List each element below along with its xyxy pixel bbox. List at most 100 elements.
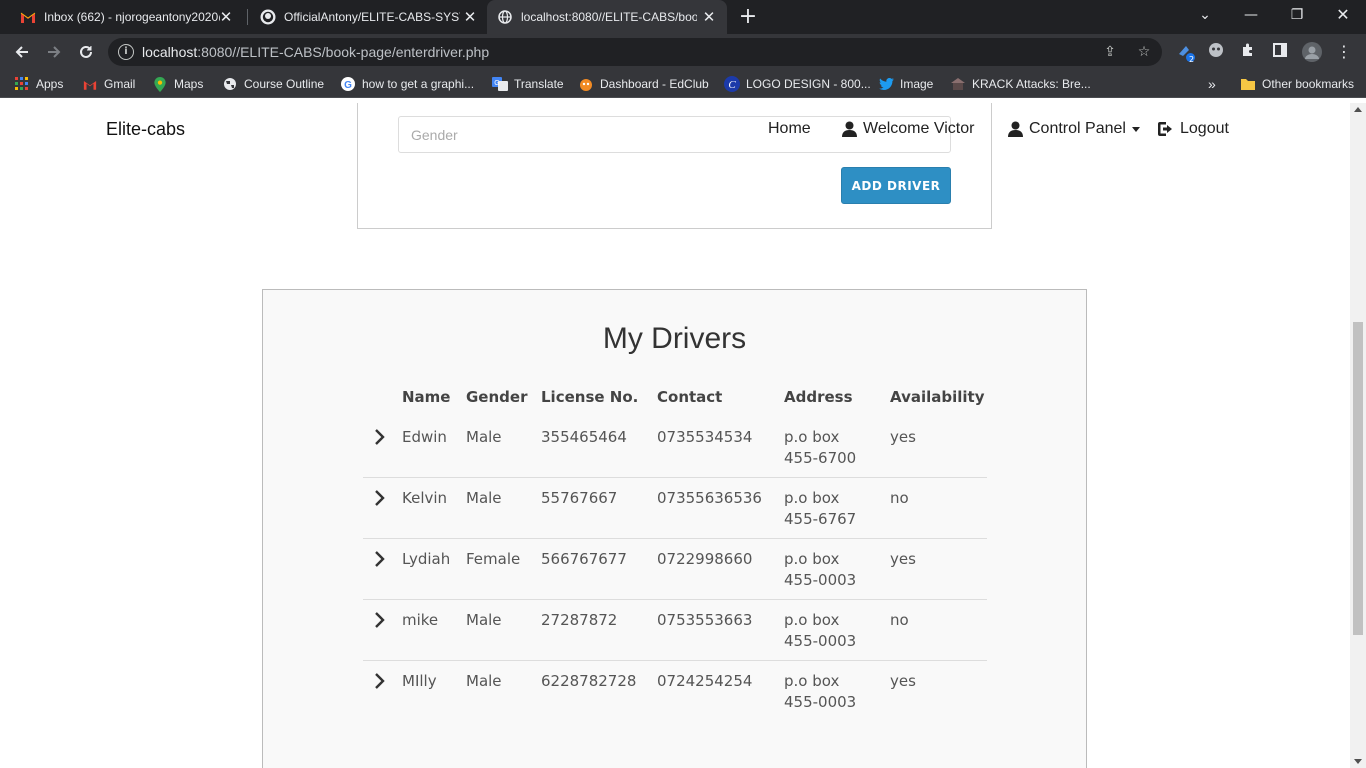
add-driver-button[interactable]: ADD DRIVER (841, 167, 951, 204)
driver-row[interactable]: Edwin Male 355465464 0735534534 p.o box 4… (363, 417, 987, 478)
logout-icon (1157, 121, 1174, 137)
nav-logout-link[interactable]: Logout (1157, 118, 1229, 140)
browser-menu-icon[interactable]: ⋮ (1334, 42, 1354, 62)
side-panel-icon[interactable] (1270, 42, 1290, 62)
bookmarks-bar: Apps Gmail Maps Course Outline G how to … (0, 70, 1366, 98)
column-header-gender: Gender (466, 388, 528, 406)
nav-welcome-link[interactable]: Welcome Victor (842, 118, 974, 140)
tab-github[interactable]: OfficialAntony/ELITE-CABS-SYSTEM ✕ (250, 0, 484, 34)
bookmark-star-icon[interactable]: ☆ (1134, 43, 1154, 61)
share-icon[interactable]: ⇪ (1100, 43, 1120, 61)
close-tab-icon[interactable]: ✕ (701, 8, 717, 26)
bookmark-logo-design[interactable]: C LOGO DESIGN - 800... (724, 75, 871, 93)
driver-gender: Male (466, 428, 502, 446)
canva-icon: C (724, 76, 740, 92)
url-text[interactable]: localhost:8080//ELITE-CABS/book-page/ent… (142, 44, 489, 60)
github-icon (260, 9, 276, 25)
driver-row[interactable]: Kelvin Male 55767667 07355636536 p.o box… (363, 478, 987, 539)
svg-text:G: G (344, 80, 352, 91)
tab-gmail[interactable]: Inbox (662) - njorogeantony2020@ ✕ (10, 0, 238, 34)
bookmark-graphics[interactable]: G how to get a graphi... (340, 75, 474, 93)
bookmark-edclub[interactable]: Dashboard - EdClub (578, 75, 709, 93)
tab-title: OfficialAntony/ELITE-CABS-SYSTEM (284, 10, 460, 24)
globe-icon (222, 76, 238, 92)
ghost-extension-icon[interactable] (1206, 42, 1226, 62)
driver-contact: 0753553663 (657, 611, 753, 629)
nav-home-link[interactable]: Home (768, 118, 811, 140)
close-tab-icon[interactable]: ✕ (462, 8, 478, 26)
bookmark-label: Apps (36, 77, 64, 91)
site-brand[interactable]: Elite-cabs (106, 119, 185, 140)
column-header-contact: Contact (657, 388, 723, 406)
bookmark-translate[interactable]: G Translate (492, 75, 564, 93)
driver-row[interactable]: Lydiah Female 566767677 0722998660 p.o b… (363, 539, 987, 600)
chevron-right-icon[interactable] (373, 610, 387, 630)
address-line-1: p.o box (784, 428, 840, 446)
back-button[interactable] (10, 40, 34, 64)
bookmark-label: Course Outline (244, 77, 325, 91)
bookmark-gmail[interactable]: Gmail (82, 75, 135, 93)
chevron-right-icon[interactable] (373, 549, 387, 569)
nav-home-label: Home (768, 120, 811, 137)
gmail-icon (20, 9, 36, 25)
bookmark-maps[interactable]: Maps (152, 75, 203, 93)
extension-icon[interactable]: 2 (1176, 42, 1196, 64)
forward-button[interactable] (42, 40, 66, 64)
minimize-button[interactable]: — (1228, 0, 1274, 30)
bookmark-apps[interactable]: Apps (14, 75, 63, 93)
driver-availability: no (890, 611, 909, 629)
other-bookmarks-folder[interactable]: Other bookmarks (1240, 75, 1354, 93)
bookmark-krack[interactable]: KRACK Attacks: Bre... (950, 75, 1091, 93)
driver-contact: 0735534534 (657, 428, 753, 446)
chevron-right-icon[interactable] (373, 671, 387, 691)
address-bar[interactable]: i localhost:8080//ELITE-CABS/book-page/e… (108, 38, 1162, 66)
column-header-license: License No. (541, 388, 639, 406)
page-viewport: Elite-cabs ADD DRIVER Home Welcome Victo… (0, 103, 1350, 768)
bookmark-course-outline[interactable]: Course Outline (222, 75, 324, 93)
tab-search-icon[interactable]: ⌄ (1182, 0, 1228, 30)
new-tab-button[interactable]: + (738, 5, 758, 29)
driver-name: Kelvin (402, 489, 448, 507)
more-bookmarks-chevron-icon[interactable]: » (1208, 75, 1216, 93)
edclub-icon (578, 76, 594, 92)
chevron-right-icon[interactable] (373, 427, 387, 447)
driver-license: 6228782728 (541, 672, 637, 690)
chevron-right-icon[interactable] (373, 488, 387, 508)
profile-avatar[interactable] (1302, 42, 1322, 62)
driver-name: Lydiah (402, 550, 451, 568)
column-header-availability: Availability (890, 388, 985, 406)
scroll-up-arrow-icon[interactable] (1354, 107, 1362, 112)
close-window-button[interactable]: ✕ (1320, 0, 1366, 30)
bookmark-label: how to get a graphi... (362, 77, 475, 91)
scrollbar-thumb[interactable] (1353, 322, 1363, 635)
restore-button[interactable]: ❐ (1274, 0, 1320, 30)
address-line-1: p.o box (784, 489, 840, 507)
driver-gender: Male (466, 672, 502, 690)
bookmark-label: KRACK Attacks: Bre... (972, 77, 1091, 91)
driver-row[interactable]: mike Male 27287872 0753553663 p.o box 455… (363, 600, 987, 661)
bookmark-image[interactable]: Image (878, 75, 933, 93)
tab-localhost[interactable]: localhost:8080//ELITE-CABS/book-page ✕ (487, 0, 727, 34)
nav-control-panel-dropdown[interactable]: Control Panel (1008, 118, 1140, 140)
driver-license: 355465464 (541, 428, 627, 446)
driver-availability: no (890, 489, 909, 507)
scroll-down-arrow-icon[interactable] (1354, 759, 1362, 764)
driver-address: p.o box 455-0003 (784, 610, 856, 652)
address-line-2: 455-6700 (784, 449, 857, 467)
address-line-2: 455-0003 (784, 571, 857, 589)
address-line-2: 455-0003 (784, 632, 857, 650)
maps-pin-icon (152, 76, 168, 92)
driver-row[interactable]: MIlly Male 6228782728 0724254254 p.o box… (363, 661, 987, 722)
gmail-icon (82, 76, 98, 92)
browser-toolbar: i localhost:8080//ELITE-CABS/book-page/e… (0, 34, 1366, 70)
puzzle-extensions-icon[interactable] (1238, 42, 1258, 62)
tab-divider (247, 9, 248, 25)
driver-address: p.o box 455-6767 (784, 488, 856, 530)
reload-button[interactable] (74, 40, 98, 64)
page-scrollbar[interactable] (1350, 103, 1366, 768)
site-info-icon[interactable]: i (118, 44, 134, 60)
driver-license: 566767677 (541, 550, 627, 568)
driver-address: p.o box 455-0003 (784, 671, 856, 713)
close-tab-icon[interactable]: ✕ (218, 8, 234, 26)
krack-icon (950, 76, 966, 92)
